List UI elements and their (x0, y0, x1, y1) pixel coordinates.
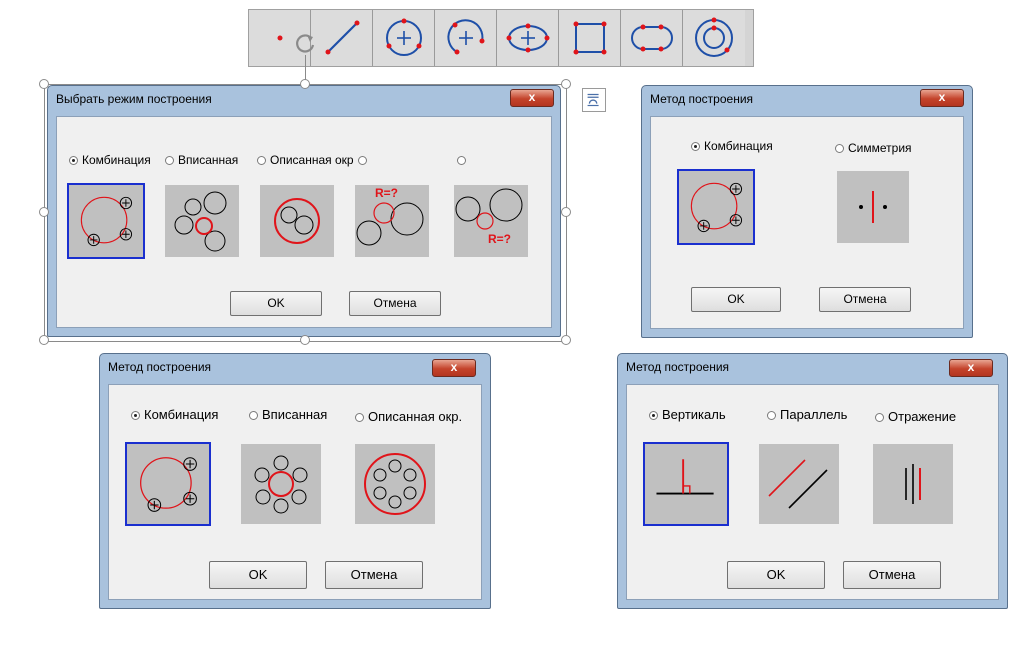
dialog-title: Метод построения (108, 360, 212, 374)
circumscribed-ring-diagram-icon (364, 453, 426, 515)
radio-label: Комбинация (704, 139, 773, 153)
ellipse-tool-button[interactable] (497, 10, 559, 66)
dialog-title: Метод построения (626, 360, 730, 374)
resize-handle[interactable] (561, 207, 571, 217)
radio-dot-icon (835, 144, 844, 153)
symmetry-diagram-icon (859, 191, 887, 223)
circle-tool-button[interactable] (373, 10, 435, 66)
concentric-tool-button[interactable] (683, 10, 745, 66)
close-button[interactable]: x (920, 89, 964, 107)
inscribed-ring-picture[interactable] (241, 444, 321, 524)
rectangle-tool-button[interactable] (559, 10, 621, 66)
selection-frame (44, 84, 567, 342)
resize-handle[interactable] (300, 79, 310, 89)
radio-combination[interactable]: Комбинация (131, 407, 241, 422)
radio-vertical[interactable]: Вертикаль (649, 407, 759, 422)
combination-diagram-icon (140, 457, 197, 512)
line-tool-button[interactable] (311, 10, 373, 66)
vertical-picture[interactable] (643, 442, 729, 526)
dialog-client-area: Комбинация Симметрия OK Отмена (650, 116, 964, 329)
ok-button[interactable]: OK (691, 287, 781, 312)
cancel-button[interactable]: Отмена (843, 561, 941, 589)
line-icon (325, 20, 360, 55)
drawing-toolbar (248, 9, 754, 67)
ellipse-icon (506, 23, 550, 53)
resize-handle[interactable] (39, 79, 49, 89)
rectangle-icon (573, 21, 607, 55)
radio-label: Описанная окр. (368, 409, 463, 424)
reflection-picture[interactable] (873, 444, 953, 524)
radio-dot-checked-icon (131, 411, 140, 420)
radio-dot-icon (249, 411, 258, 420)
rotate-handle-icon[interactable] (292, 30, 318, 56)
dialog-client-area: Комбинация Вписанная Описанная окр. (108, 384, 482, 600)
radio-combination[interactable]: Комбинация (691, 139, 791, 153)
resize-handle[interactable] (561, 79, 571, 89)
arc-icon (447, 19, 485, 55)
oval-icon (631, 24, 673, 52)
combination-picture[interactable] (677, 169, 755, 245)
reflection-diagram-icon (905, 464, 921, 504)
close-button[interactable]: x (949, 359, 993, 377)
radio-parallel[interactable]: Параллель (767, 407, 873, 422)
radio-label: Комбинация (144, 407, 219, 422)
radio-label: Вертикаль (662, 407, 726, 422)
circle-center-icon (386, 18, 422, 56)
layout-options-icon (587, 93, 599, 107)
cancel-button[interactable]: Отмена (819, 287, 911, 312)
combination-diagram-icon (690, 182, 743, 233)
parallel-diagram-icon (768, 459, 828, 509)
radio-label: Вписанная (262, 407, 328, 422)
circumscribed-ring-picture[interactable] (355, 444, 435, 524)
inscribed-ring-diagram-icon (254, 455, 308, 514)
dialog-client-area: Вертикаль Параллель Отражение OK Отмена (626, 384, 999, 600)
resize-handle[interactable] (300, 335, 310, 345)
ok-button[interactable]: OK (727, 561, 825, 589)
method-inscribed-dialog: Метод построения x Комбинация Вписанная … (99, 353, 491, 609)
resize-handle[interactable] (561, 335, 571, 345)
rotate-handle-stem (305, 55, 306, 81)
close-button[interactable]: x (432, 359, 476, 377)
radio-dot-icon (767, 411, 776, 420)
radio-label: Симметрия (848, 141, 912, 155)
radio-reflection[interactable]: Отражение (875, 409, 985, 424)
resize-handle[interactable] (39, 335, 49, 345)
vertical-diagram-icon (656, 459, 714, 495)
dialog-title: Метод построения (650, 92, 754, 106)
resize-handle[interactable] (39, 207, 49, 217)
oval-tool-button[interactable] (621, 10, 683, 66)
cancel-button[interactable]: Отмена (325, 561, 423, 589)
parallel-picture[interactable] (759, 444, 839, 524)
radio-circumscribed[interactable]: Описанная окр. (355, 409, 481, 424)
concentric-circles-icon (695, 17, 733, 57)
symmetry-picture[interactable] (837, 171, 909, 243)
radio-dot-icon (875, 413, 884, 422)
radio-dot-checked-icon (691, 142, 700, 151)
radio-inscribed[interactable]: Вписанная (249, 407, 349, 422)
arc-tool-button[interactable] (435, 10, 497, 66)
radio-symmetry[interactable]: Симметрия (835, 141, 935, 155)
ok-button[interactable]: OK (209, 561, 307, 589)
layout-options-button[interactable] (582, 88, 606, 112)
radio-label: Отражение (888, 409, 957, 424)
radio-dot-icon (355, 413, 364, 422)
method-symmetry-dialog: Метод построения x Комбинация Симметрия … (641, 85, 973, 338)
radio-dot-checked-icon (649, 411, 658, 420)
radio-label: Параллель (780, 407, 848, 422)
method-vertical-dialog: Метод построения x Вертикаль Параллель О… (617, 353, 1008, 609)
combination-picture[interactable] (125, 442, 211, 526)
